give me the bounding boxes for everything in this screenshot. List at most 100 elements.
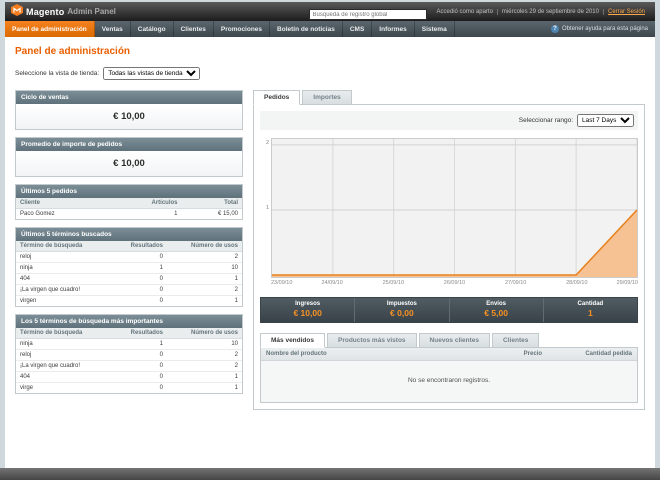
table-row[interactable]: ¡La virgen que cuadro! 0 2 <box>16 360 242 372</box>
help-label: Obtener ayuda para esta página <box>561 26 648 32</box>
stat-value: 1 <box>588 308 593 318</box>
table-row[interactable]: 404 0 1 <box>16 273 242 285</box>
cell: 0 <box>111 273 167 285</box>
top-search-terms-box: Los 5 términos de búsqueda más important… <box>15 314 243 394</box>
stat-label: Ingresos <box>295 301 321 307</box>
store-switcher: Seleccione la vista de tienda: Todas las… <box>15 67 645 80</box>
cell: 2 <box>166 251 242 263</box>
magento-logo: Magento Admin Panel <box>11 3 116 21</box>
table-row[interactable]: reloj 0 2 <box>16 349 242 361</box>
stat-ingresos: Ingresos € 10,00 <box>261 298 354 322</box>
table-row[interactable]: ¡La virgen que cuadro! 0 2 <box>16 284 242 296</box>
nav-item-sistema[interactable]: Sistema <box>415 21 455 37</box>
help-link[interactable]: ? Obtener ayuda para esta página <box>544 21 655 37</box>
table-header-row: Término de búsqueda Resultados Número de… <box>16 241 242 252</box>
column-header: Cliente <box>16 198 109 209</box>
cell: ¡La virgen que cuadro! <box>16 284 112 296</box>
tab-importes[interactable]: Importes <box>302 90 352 105</box>
cell: 0 <box>111 251 167 263</box>
box-title-last-terms: Últimos 5 términos buscados <box>16 228 242 241</box>
tab-productos-mas-vistos[interactable]: Productos más vistos <box>326 333 417 348</box>
stat-label: Cantidad <box>577 301 604 307</box>
window-bottom-bar <box>0 468 660 480</box>
table-row[interactable]: Paco Gomez 1 € 15,00 <box>16 209 242 220</box>
cell: ninja <box>16 338 112 350</box>
column-header: Término de búsqueda <box>16 328 112 339</box>
cell: 2 <box>166 360 242 372</box>
cell: 1 <box>166 371 242 383</box>
stat-envios: Envíos € 5,00 <box>448 298 543 322</box>
tab-nuevos-clientes[interactable]: Nuevos clientes <box>418 333 491 348</box>
cell: 0 <box>111 371 167 383</box>
cell: 0 <box>159 385 163 391</box>
column-header: Artículos <box>108 198 182 209</box>
column-header: Número de usos <box>166 241 242 252</box>
stat-label: Impuestos <box>386 301 417 307</box>
table-row[interactable]: reloj 0 2 <box>16 251 242 263</box>
cell: reloj <box>16 251 112 263</box>
column-header: Resultados <box>111 241 167 252</box>
cell: 0 <box>111 360 167 372</box>
nav-item-catalogo[interactable]: Catálogo <box>131 21 174 37</box>
global-search <box>308 3 427 21</box>
cell: 0 <box>111 284 167 296</box>
global-search-input[interactable] <box>308 9 427 20</box>
store-view-select[interactable]: Todas las vistas de tienda <box>103 67 201 80</box>
tab-mas-vendidos[interactable]: Más vendidos <box>260 333 325 348</box>
last-orders-table: Cliente Artículos Total Paco Gomez 1 € 1… <box>16 198 242 219</box>
nav-item-informes[interactable]: Informes <box>372 21 415 37</box>
lifetime-sales-value: € 10,00 <box>16 104 242 129</box>
stat-value: € 5,00 <box>484 308 508 318</box>
store-switcher-label: Seleccione la vista de tienda: <box>15 70 100 77</box>
nav-item-clientes[interactable]: Clientes <box>174 21 214 37</box>
help-icon: ? <box>550 25 559 33</box>
stat-cantidad: Cantidad 1 <box>542 298 637 322</box>
cell: reloj <box>16 349 112 361</box>
x-tick: 24/09/10 <box>321 280 343 286</box>
dashboard-content: Panel de administración Seleccione la vi… <box>5 37 655 418</box>
nav-item-boletin[interactable]: Boletín de noticias <box>270 21 343 37</box>
dashboard-left-column: Ciclo de ventas € 10,00 Promedio de impo… <box>15 90 243 394</box>
cell: 10 <box>166 262 242 274</box>
range-selector-row: Seleccionar rango: Last 7 Days <box>260 111 638 130</box>
table-row[interactable]: 404 0 1 <box>16 371 242 383</box>
cell: Paco Gomez <box>20 211 55 217</box>
box-title-top-terms: Los 5 términos de búsqueda más important… <box>16 315 242 328</box>
nav-item-promociones[interactable]: Promociones <box>214 21 271 37</box>
cell: 1 <box>174 211 178 217</box>
column-header: Número de usos <box>166 328 242 339</box>
chart-x-axis: 23/09/10 24/09/10 25/09/10 26/09/10 27/0… <box>271 280 638 289</box>
chart-y-axis: 2 1 <box>260 138 271 289</box>
cell: 2 <box>166 284 242 296</box>
cell: 10 <box>166 338 242 350</box>
logo-subtitle: Admin Panel <box>67 7 116 16</box>
nav-item-ventas[interactable]: Ventas <box>95 21 131 37</box>
nav-item-cms[interactable]: CMS <box>343 21 373 37</box>
nav-item-dashboard[interactable]: Panel de administración <box>5 21 95 37</box>
table-row[interactable]: ninja 1 10 <box>16 262 242 274</box>
last-search-terms-table: Término de búsqueda Resultados Número de… <box>16 241 242 306</box>
average-order-value: € 10,00 <box>16 151 242 176</box>
products-tabs: Más vendidos Productos más vistos Nuevos… <box>260 333 638 348</box>
x-tick: 25/09/10 <box>382 280 405 286</box>
x-tick: 28/09/10 <box>566 280 588 286</box>
y-tick: 2 <box>265 140 269 146</box>
x-tick: 23/09/10 <box>271 280 293 286</box>
table-row[interactable]: virge 0 1 <box>16 383 242 394</box>
table-row[interactable]: virgen 0 1 <box>16 296 242 307</box>
column-header: Término de búsqueda <box>16 241 112 252</box>
cell: 404 <box>16 273 112 285</box>
cell: 1 <box>111 338 167 350</box>
table-header-row: Nombre del producto Precio Cantidad pedi… <box>261 348 637 361</box>
column-header: Total <box>181 198 242 209</box>
totals-bar: Ingresos € 10,00 Impuestos € 0,00 Envíos… <box>260 297 638 323</box>
tab-clientes[interactable]: Clientes <box>492 333 540 348</box>
table-row[interactable]: ninja 1 10 <box>16 338 242 350</box>
orders-amounts-tabs: Pedidos Importes <box>253 90 645 105</box>
cell: virgen <box>20 298 37 304</box>
tab-pedidos[interactable]: Pedidos <box>253 90 301 105</box>
box-title-last-orders: Últimos 5 pedidos <box>16 185 242 198</box>
logout-link[interactable]: Cerrar Sesión <box>602 8 649 15</box>
page-title: Panel de administración <box>15 46 131 57</box>
range-select[interactable]: Last 7 Days <box>577 114 634 127</box>
